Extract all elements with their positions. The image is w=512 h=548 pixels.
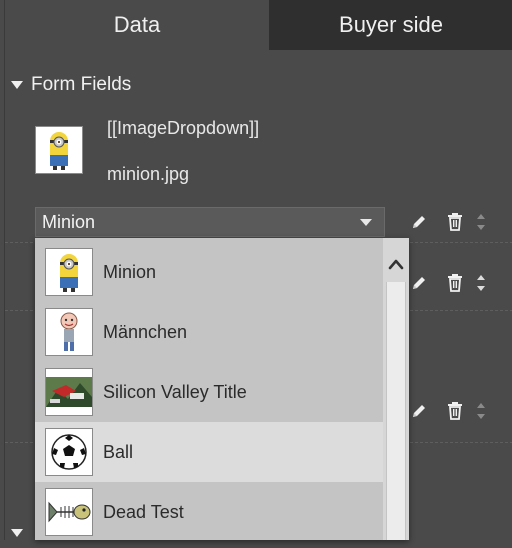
form-fields-section-header[interactable]: Form Fields	[11, 70, 131, 100]
tab-bar: Data Buyer side	[5, 0, 512, 50]
option-thumbnail	[45, 308, 93, 356]
collapse-triangle-icon	[11, 81, 23, 89]
option-label: Silicon Valley Title	[103, 381, 247, 402]
dropdown-option-dead-test[interactable]: Dead Test	[35, 482, 383, 540]
option-label: Minion	[103, 261, 157, 282]
chevron-down-icon	[360, 219, 372, 226]
collapse-triangle-icon	[11, 529, 23, 537]
row-actions-3	[401, 396, 489, 426]
tab-data[interactable]: Data	[5, 0, 269, 50]
second-section-header[interactable]	[11, 518, 23, 548]
image-dropdown-select[interactable]: Minion	[35, 207, 385, 237]
scroll-up-icon[interactable]	[383, 252, 409, 276]
soccer-ball-icon	[51, 434, 87, 470]
field-file-name: minion.jpg	[107, 164, 190, 184]
row-actions-2	[401, 268, 489, 298]
option-label: Ball	[103, 441, 134, 462]
fish-skeleton-icon	[48, 501, 91, 523]
trash-icon[interactable]	[437, 268, 473, 298]
option-thumbnail	[45, 368, 93, 416]
dropdown-list: Minion Männchen Silicon Valley Title Bal…	[35, 238, 409, 540]
dropdown-scrollbar[interactable]	[383, 238, 409, 540]
dropdown-option-mannchen[interactable]: Männchen	[35, 302, 383, 362]
trash-icon[interactable]	[437, 207, 473, 237]
reorder-handle-icon[interactable]	[473, 207, 489, 237]
option-thumbnail	[45, 488, 93, 536]
pencil-icon[interactable]	[401, 207, 437, 237]
tab-buyer-side[interactable]: Buyer side	[269, 0, 512, 50]
row-actions-1	[401, 207, 489, 237]
reorder-handle-icon[interactable]	[473, 396, 489, 426]
editor-panel: Data Buyer side Form Fields [[ImageDropd…	[4, 0, 512, 540]
reorder-handle-icon[interactable]	[473, 268, 489, 298]
option-thumbnail	[45, 248, 93, 296]
minion-icon	[60, 254, 78, 292]
dropdown-option-minion[interactable]: Minion	[35, 242, 383, 302]
option-label: Männchen	[103, 321, 188, 342]
trash-icon[interactable]	[437, 396, 473, 426]
select-value: Minion	[42, 211, 96, 232]
option-thumbnail	[45, 428, 93, 476]
dropdown-option-ball[interactable]: Ball	[35, 422, 383, 482]
option-label: Dead Test	[103, 501, 184, 522]
cartoon-man-icon	[60, 312, 78, 351]
dropdown-option-silicon-valley-title[interactable]: Silicon Valley Title	[35, 362, 383, 422]
silicon-valley-title-icon	[46, 377, 92, 407]
section-title: Form Fields	[31, 74, 132, 95]
scrollbar-thumb[interactable]	[386, 282, 406, 540]
field-image-thumbnail	[35, 126, 83, 174]
minion-icon	[50, 132, 68, 170]
field-name-label: [[ImageDropdown]]	[107, 118, 260, 138]
